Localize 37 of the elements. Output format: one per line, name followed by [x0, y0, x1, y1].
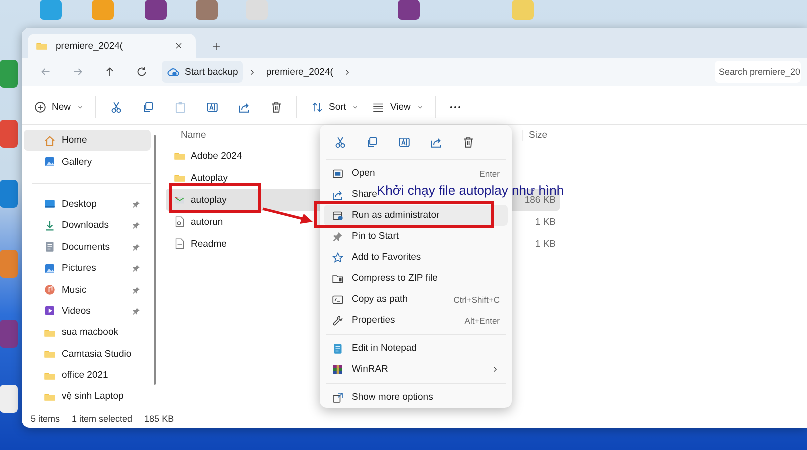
- tab-title: premiere_2024(: [56, 40, 124, 52]
- nav-label: Desktop: [62, 198, 98, 210]
- menu-label: Properties: [352, 315, 396, 326]
- menu-label: Show more options: [352, 392, 434, 403]
- file-name: Readme: [191, 238, 227, 250]
- shortcut-text: Enter: [480, 168, 500, 178]
- nav-label: sua macbook: [62, 327, 120, 338]
- nav-label: Home: [62, 135, 88, 146]
- menu-label: Pin to Start: [352, 231, 399, 242]
- nav-label: Camtasia Studio: [62, 348, 133, 360]
- menu-label: Edit in Notepad: [352, 343, 417, 354]
- file-name: autorun: [191, 216, 224, 228]
- menu-label: Open: [352, 168, 376, 179]
- file-name: Autoplay: [191, 172, 228, 184]
- nav-label: Gallery: [62, 156, 94, 168]
- menu-label: Share: [352, 189, 378, 200]
- menu-label: Add to Favorites: [352, 252, 422, 263]
- nav-label: Music: [62, 284, 88, 296]
- nav-label: Documents: [62, 242, 112, 253]
- file-name: Adobe 2024: [191, 150, 242, 162]
- selection-size: 185 KB: [144, 414, 174, 424]
- menu-label: Run as administrator: [352, 210, 440, 221]
- nav-label: office 2021: [62, 370, 110, 382]
- nav-label: Pictures: [62, 263, 98, 274]
- menu-label: Compress to ZIP file: [352, 273, 438, 284]
- shortcut-text: Alt+Enter: [464, 316, 500, 326]
- file-size: 1 KB: [534, 216, 556, 228]
- item-count: 5 items: [31, 414, 60, 424]
- file-name: autoplay: [191, 194, 227, 206]
- selection-count: 1 item selected: [72, 414, 133, 424]
- nav-label: vệ sinh Laptop: [62, 391, 125, 402]
- nav-label: Downloads: [62, 220, 110, 232]
- file-size: 1 KB: [534, 238, 556, 250]
- menu-label: WinRAR: [352, 364, 388, 375]
- menu-label: Copy as path: [352, 294, 408, 305]
- shortcut-text: Ctrl+Shift+C: [454, 294, 500, 304]
- nav-label: Videos: [62, 306, 92, 317]
